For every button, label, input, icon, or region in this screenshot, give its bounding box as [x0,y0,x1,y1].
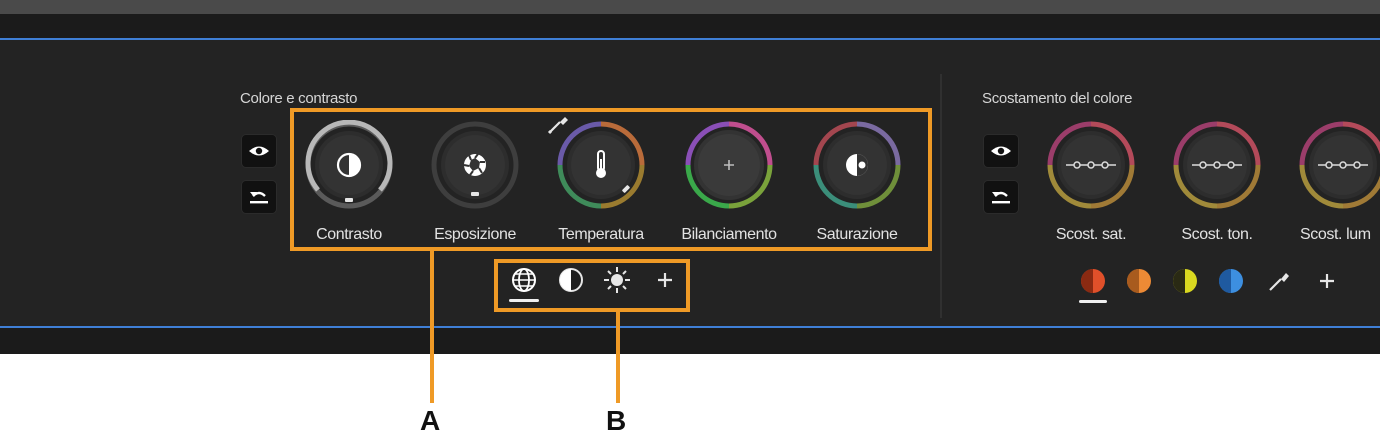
shift-visibility-toggle-button[interactable] [983,134,1019,168]
top-bar [0,0,1380,14]
shift-hue-label: Scost. ton. [1181,226,1253,243]
shift-luminance-label: Scost. lum [1300,226,1371,243]
eye-icon [249,146,269,156]
shift-reset-button[interactable] [983,180,1019,214]
eye-icon [991,146,1011,156]
blue-swatch[interactable] [1218,268,1244,294]
callout-line-b [616,312,620,403]
swatch-active-indicator [1079,300,1107,303]
shift-saturation-knob[interactable] [1046,120,1136,210]
callout-label-b: B [606,405,627,436]
reset-icon [992,191,1010,204]
callout-line-a [430,251,434,403]
yellow-swatch[interactable] [1172,268,1198,294]
shift-saturation-label: Scost. sat. [1055,226,1127,243]
shift-hue-knob[interactable] [1172,120,1262,210]
shift-eyedropper-icon[interactable] [1266,268,1292,294]
orange-swatch[interactable] [1126,268,1152,294]
reset-icon [250,191,268,204]
reset-button[interactable] [241,180,277,214]
callout-label-a: A [420,405,441,436]
visibility-toggle-button[interactable] [241,134,277,168]
shift-luminance-knob[interactable] [1298,120,1380,210]
section-title-color-contrast: Colore e contrasto [240,90,358,107]
add-swatch-plus-icon[interactable] [1314,268,1340,294]
red-swatch[interactable] [1080,268,1106,294]
highlight-box-a [290,108,932,251]
section-title-color-shift: Scostamento del colore [982,90,1133,107]
section-divider [940,74,942,318]
highlight-box-b [494,259,690,312]
